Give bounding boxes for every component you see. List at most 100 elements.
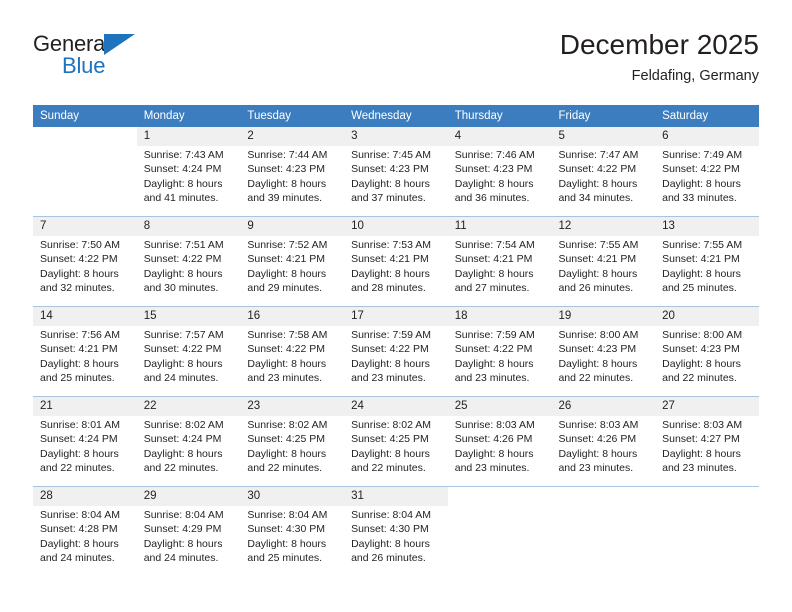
day-number[interactable]: 1 — [136, 127, 241, 146]
day-cell[interactable]: Sunrise: 7:55 AM Sunset: 4:21 PM Daylight:… — [655, 236, 759, 306]
day-number[interactable]: 8 — [136, 217, 241, 236]
sunrise-sunset-calendar: Sunday Monday Tuesday Wednesday Thursday… — [33, 105, 759, 576]
day-cell[interactable]: Sunrise: 7:43 AM Sunset: 4:24 PM Daylight:… — [136, 146, 241, 216]
day-cell[interactable]: Sunrise: 7:47 AM Sunset: 4:22 PM Daylight:… — [551, 146, 656, 216]
day-number[interactable]: 16 — [240, 307, 345, 326]
day-number[interactable]: 9 — [240, 217, 345, 236]
sunrise-text: Sunrise: 8:04 AM — [40, 509, 120, 521]
daylight-text-cont: and 25 minutes. — [662, 282, 737, 295]
day-cell[interactable]: Sunrise: 8:04 AM Sunset: 4:29 PM Daylight:… — [136, 506, 241, 576]
day-number[interactable]: 27 — [655, 397, 759, 416]
daylight-text: Daylight: 8 hours — [40, 537, 119, 550]
day-number[interactable]: 17 — [344, 307, 448, 326]
logo-triangle-icon — [104, 34, 135, 55]
day-number[interactable]: 28 — [33, 487, 137, 506]
daylight-text: Daylight: 8 hours — [351, 177, 430, 190]
day-number[interactable]: 22 — [136, 397, 241, 416]
day-cell[interactable]: Sunrise: 8:00 AM Sunset: 4:23 PM Daylight:… — [655, 326, 759, 396]
sunset-text: Sunset: 4:21 PM — [247, 253, 326, 266]
day-cell[interactable]: Sunrise: 8:04 AM Sunset: 4:30 PM Daylight:… — [344, 506, 448, 576]
day-cell[interactable]: Sunrise: 7:56 AM Sunset: 4:21 PM Daylight:… — [33, 326, 137, 396]
day-cell[interactable]: Sunrise: 7:44 AM Sunset: 4:23 PM Daylight:… — [240, 146, 345, 216]
day-cell[interactable]: Sunrise: 7:59 AM Sunset: 4:22 PM Daylight:… — [447, 326, 552, 396]
day-cell[interactable]: Sunrise: 7:54 AM Sunset: 4:21 PM Daylight:… — [447, 236, 552, 306]
day-cell[interactable]: Sunrise: 7:45 AM Sunset: 4:23 PM Daylight:… — [344, 146, 448, 216]
day-number[interactable]: 31 — [344, 487, 448, 506]
daylight-text-cont: and 24 minutes. — [40, 552, 115, 565]
day-cell[interactable]: Sunrise: 7:55 AM Sunset: 4:21 PM Daylight:… — [551, 236, 656, 306]
day-number[interactable]: 20 — [655, 307, 759, 326]
day-cell[interactable]: Sunrise: 8:03 AM Sunset: 4:26 PM Daylight:… — [447, 416, 552, 486]
sunrise-text: Sunrise: 7:59 AM — [351, 329, 432, 341]
sunrise-text: Sunrise: 8:02 AM — [351, 419, 432, 431]
daylight-text: Daylight: 8 hours — [351, 447, 430, 460]
daylight-text: Daylight: 8 hours — [454, 447, 534, 460]
day-number[interactable]: 7 — [33, 217, 137, 236]
day-cell[interactable]: Sunrise: 8:02 AM Sunset: 4:24 PM Daylight:… — [136, 416, 241, 486]
day-number-empty — [551, 487, 656, 506]
daylight-text-cont: and 22 minutes. — [247, 462, 323, 475]
daylight-text: Daylight: 8 hours — [143, 267, 223, 280]
day-number[interactable]: 14 — [33, 307, 137, 326]
daylight-text-cont: and 23 minutes. — [351, 372, 426, 385]
general-blue-logo[interactable]: General Blue — [33, 32, 233, 88]
day-cell[interactable]: Sunrise: 7:53 AM Sunset: 4:21 PM Daylight:… — [344, 236, 448, 306]
daylight-text: Daylight: 8 hours — [143, 177, 223, 190]
daylight-text: Daylight: 8 hours — [558, 267, 638, 280]
daylight-text-cont: and 37 minutes. — [351, 192, 426, 205]
sunset-text: Sunset: 4:24 PM — [143, 433, 222, 446]
day-number[interactable]: 12 — [551, 217, 656, 236]
day-cell[interactable]: Sunrise: 8:00 AM Sunset: 4:23 PM Daylight:… — [551, 326, 656, 396]
day-number[interactable]: 5 — [551, 127, 656, 146]
daylight-text-cont: and 24 minutes. — [143, 372, 219, 385]
day-cell[interactable]: Sunrise: 7:52 AM Sunset: 4:21 PM Daylight:… — [240, 236, 345, 306]
day-cell[interactable]: Sunrise: 7:51 AM Sunset: 4:22 PM Daylight:… — [136, 236, 241, 306]
day-cell[interactable]: Sunrise: 7:49 AM Sunset: 4:22 PM Daylight:… — [655, 146, 759, 216]
day-cell[interactable]: Sunrise: 8:02 AM Sunset: 4:25 PM Daylight:… — [240, 416, 345, 486]
day-cell[interactable]: Sunrise: 8:03 AM Sunset: 4:27 PM Daylight:… — [655, 416, 759, 486]
day-number[interactable]: 11 — [447, 217, 552, 236]
day-number[interactable]: 23 — [240, 397, 345, 416]
day-cell[interactable]: Sunrise: 7:46 AM Sunset: 4:23 PM Daylight:… — [447, 146, 552, 216]
day-number[interactable]: 6 — [655, 127, 759, 146]
day-number[interactable]: 25 — [447, 397, 552, 416]
day-number[interactable]: 26 — [551, 397, 656, 416]
day-number[interactable]: 21 — [33, 397, 137, 416]
day-number[interactable]: 4 — [447, 127, 552, 146]
day-cell[interactable]: Sunrise: 8:04 AM Sunset: 4:28 PM Daylight:… — [33, 506, 137, 576]
day-number[interactable]: 15 — [136, 307, 241, 326]
daylight-text-cont: and 22 minutes. — [143, 462, 219, 475]
sunset-text: Sunset: 4:29 PM — [143, 523, 222, 536]
sunset-text: Sunset: 4:25 PM — [247, 433, 326, 446]
day-number-empty — [447, 487, 552, 506]
day-number[interactable]: 3 — [344, 127, 448, 146]
day-cell[interactable]: Sunrise: 8:04 AM Sunset: 4:30 PM Daylight:… — [240, 506, 345, 576]
daylight-text-cont: and 29 minutes. — [247, 282, 323, 295]
day-number[interactable]: 30 — [240, 487, 345, 506]
day-number[interactable]: 19 — [551, 307, 656, 326]
day-cell[interactable]: Sunrise: 7:57 AM Sunset: 4:22 PM Daylight:… — [136, 326, 241, 396]
day-number[interactable]: 29 — [136, 487, 241, 506]
daylight-text: Daylight: 8 hours — [247, 537, 327, 550]
day-cell[interactable]: Sunrise: 7:50 AM Sunset: 4:22 PM Daylight:… — [33, 236, 137, 306]
day-number[interactable]: 2 — [240, 127, 345, 146]
sunrise-text: Sunrise: 8:02 AM — [143, 419, 224, 431]
sunrise-text: Sunrise: 7:44 AM — [247, 149, 328, 161]
day-cell[interactable]: Sunrise: 8:02 AM Sunset: 4:25 PM Daylight:… — [344, 416, 448, 486]
sunset-text: Sunset: 4:23 PM — [351, 163, 429, 176]
day-cell[interactable]: Sunrise: 7:58 AM Sunset: 4:22 PM Daylight:… — [240, 326, 345, 396]
day-number[interactable]: 10 — [344, 217, 448, 236]
sunrise-text: Sunrise: 7:56 AM — [40, 329, 120, 341]
sunset-text: Sunset: 4:30 PM — [351, 523, 429, 536]
day-cell[interactable]: Sunrise: 8:03 AM Sunset: 4:26 PM Daylight:… — [551, 416, 656, 486]
daylight-text-cont: and 23 minutes. — [454, 462, 530, 475]
sunset-text: Sunset: 4:22 PM — [351, 343, 429, 356]
daylight-text-cont: and 22 minutes. — [351, 462, 426, 475]
daylight-text-cont: and 34 minutes. — [558, 192, 634, 205]
day-number[interactable]: 13 — [655, 217, 759, 236]
day-cell[interactable]: Sunrise: 7:59 AM Sunset: 4:22 PM Daylight:… — [344, 326, 448, 396]
day-number[interactable]: 24 — [344, 397, 448, 416]
day-number[interactable]: 18 — [447, 307, 552, 326]
sunset-text: Sunset: 4:28 PM — [40, 523, 118, 536]
day-cell[interactable]: Sunrise: 8:01 AM Sunset: 4:24 PM Daylight:… — [33, 416, 137, 486]
